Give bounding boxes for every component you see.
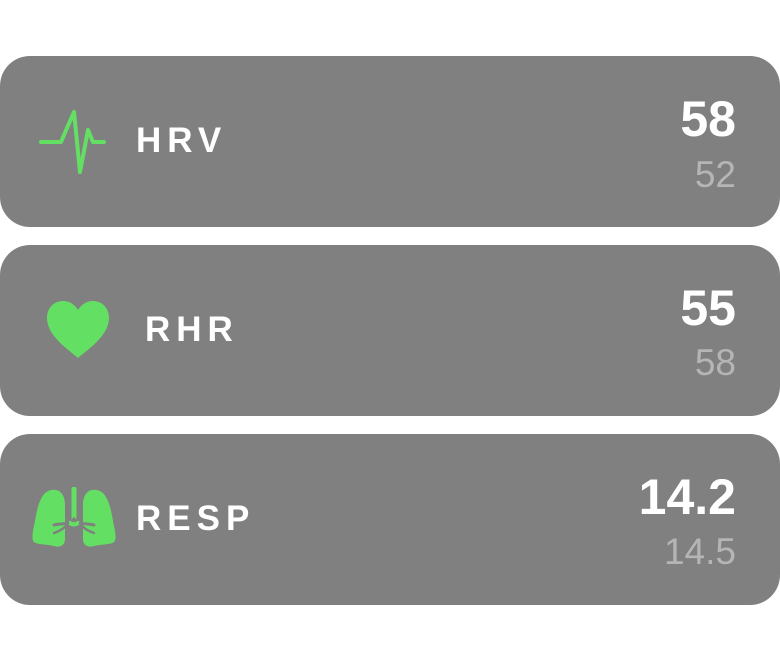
- metric-card-resp[interactable]: RESP 14.2 14.5: [0, 434, 780, 605]
- lungs-icon: [32, 487, 116, 547]
- metric-previous-value: 58: [694, 342, 736, 383]
- heart-icon: [47, 301, 109, 358]
- metric-current-value: 14.2: [638, 469, 736, 525]
- metric-label: HRV: [136, 121, 228, 160]
- metric-current-value: 55: [680, 280, 736, 336]
- metric-previous-value: 52: [694, 154, 736, 195]
- metric-card-rhr[interactable]: RHR 55 58: [0, 245, 780, 416]
- heartbeat-waveform-icon: [39, 110, 106, 174]
- metric-current-value: 58: [680, 91, 736, 147]
- metric-label: RHR: [145, 310, 239, 349]
- metric-label: RESP: [136, 499, 256, 538]
- metric-card-hrv[interactable]: HRV 58 52: [0, 56, 780, 227]
- metric-previous-value: 14.5: [663, 531, 736, 572]
